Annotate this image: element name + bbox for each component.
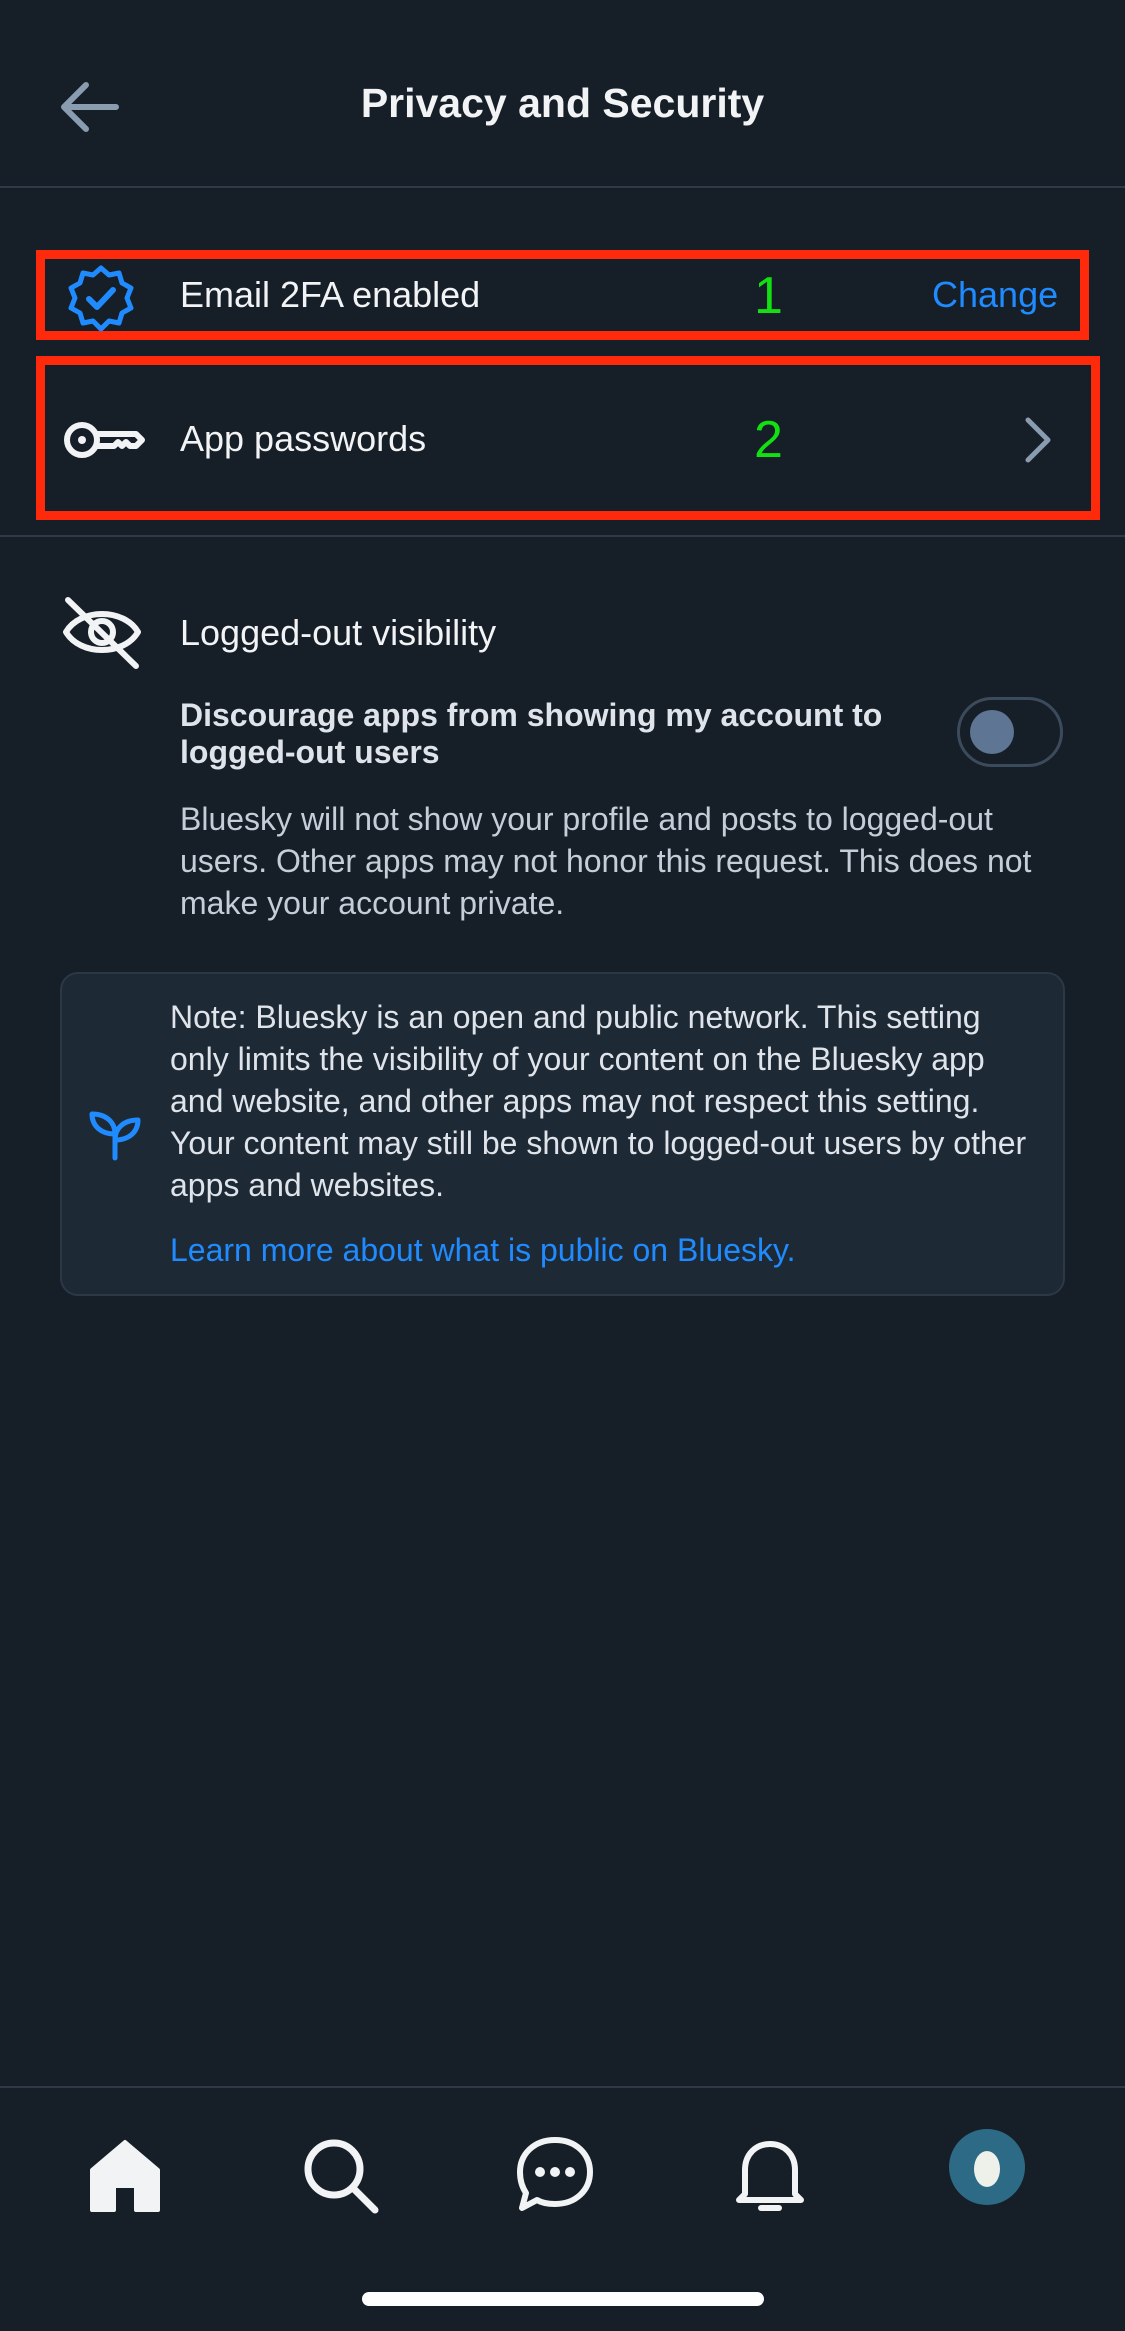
app-passwords-label: App passwords — [180, 418, 427, 459]
sprout-icon — [88, 1108, 142, 1162]
nav-home-button[interactable] — [80, 2130, 170, 2220]
home-icon — [90, 2140, 160, 2212]
email-2fa-label: Email 2FA enabled — [180, 274, 481, 315]
logged-out-visibility-title: Logged-out visibility — [180, 612, 497, 653]
nav-search-button[interactable] — [295, 2130, 385, 2220]
nav-notifications-button[interactable] — [725, 2130, 815, 2220]
section-divider — [0, 535, 1125, 537]
chat-icon — [517, 2137, 593, 2211]
toggle-knob — [970, 710, 1014, 754]
discourage-apps-toggle[interactable] — [957, 697, 1063, 767]
note-text: Note: Bluesky is an open and public netw… — [170, 999, 1027, 1203]
verified-check-icon — [64, 262, 138, 336]
key-icon — [60, 412, 146, 468]
learn-more-link[interactable]: Learn more about what is public on Blues… — [170, 1232, 796, 1269]
discourage-apps-label: Discourage apps from showing my account … — [180, 697, 883, 770]
annotation-label-1: 1 — [754, 267, 783, 325]
home-indicator — [362, 2292, 764, 2306]
search-icon — [304, 2139, 379, 2214]
eye-off-icon — [60, 594, 144, 670]
change-2fa-link[interactable]: Change — [932, 274, 1058, 316]
chevron-right-icon — [1018, 412, 1058, 468]
nav-chat-button[interactable] — [510, 2130, 600, 2220]
avatar[interactable] — [949, 2129, 1025, 2205]
bell-icon — [736, 2141, 804, 2211]
page-title: Privacy and Security — [360, 80, 765, 126]
visibility-description: Bluesky will not show your profile and p… — [180, 801, 1032, 921]
annotation-label-2: 2 — [754, 411, 783, 469]
egg-avatar-icon — [974, 2151, 1000, 2187]
